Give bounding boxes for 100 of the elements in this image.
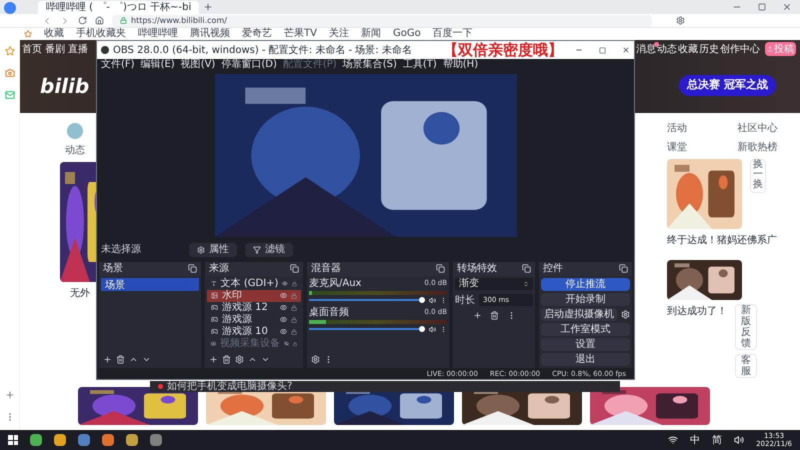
source-toolbar-button[interactable]: 滤镜 (245, 242, 293, 257)
menu-item[interactable]: 编辑(E) (140, 59, 175, 72)
side-button[interactable]: 客服 (735, 354, 757, 378)
address-field[interactable]: https://www.bilibili.com/ (112, 14, 652, 26)
close-icon[interactable] (622, 46, 630, 54)
taskbar-app-icon[interactable] (126, 434, 138, 446)
nav-link[interactable]: 番剧 (45, 42, 65, 56)
video-title[interactable]: 到达成功了！ (667, 304, 727, 319)
add-icon[interactable] (4, 390, 14, 400)
taskbar-app-icon[interactable] (30, 434, 42, 446)
lock-icon[interactable] (292, 280, 298, 286)
gear-icon[interactable] (235, 354, 244, 364)
start-icon[interactable] (8, 435, 18, 445)
speaker-icon[interactable] (429, 326, 436, 332)
nav-link[interactable]: 消息 (636, 44, 656, 54)
undock-icon[interactable] (619, 264, 628, 273)
site-link[interactable]: 活动 (667, 121, 730, 136)
channel-label[interactable]: 动态 (65, 143, 85, 158)
menu-item[interactable]: 场景集合(S) (342, 59, 397, 72)
trash-icon[interactable] (116, 354, 125, 364)
eye-icon[interactable] (282, 280, 288, 287)
bookmark-link[interactable]: 爱奇艺 (242, 28, 272, 40)
side-button[interactable]: 新版反馈 (735, 304, 757, 350)
undock-icon[interactable] (522, 264, 531, 273)
eye-icon[interactable] (280, 292, 287, 299)
home-icon[interactable] (95, 16, 104, 25)
hint-text[interactable]: 如何把手机变成电脑摄像头? (167, 381, 292, 392)
star-icon[interactable] (4, 46, 14, 56)
undock-icon[interactable] (436, 264, 445, 273)
site-link[interactable]: 新歌热榜 (738, 140, 800, 155)
nav-link[interactable]: 收藏 (678, 44, 698, 54)
bookmark-link[interactable]: 百度一下 (432, 28, 473, 40)
eye-icon[interactable] (280, 328, 287, 335)
source-item[interactable]: 文本 (GDI+) (207, 278, 301, 290)
slider-handle[interactable] (419, 297, 425, 303)
nav-link[interactable]: 动态 (657, 44, 677, 54)
menu-item[interactable]: 停靠窗口(D) (221, 59, 277, 72)
video-title[interactable]: 终于达成！猪妈还佛系广 (667, 233, 800, 248)
ime-indicator[interactable]: 简 (712, 432, 722, 448)
scene-item[interactable]: 场景 (101, 278, 199, 290)
transition-select[interactable]: 渐变 (455, 278, 533, 290)
gear-icon[interactable] (621, 310, 630, 318)
speaker-icon[interactable] (429, 296, 436, 304)
undock-icon[interactable] (290, 264, 299, 273)
menu-item[interactable]: 视图(V) (180, 59, 216, 72)
network-icon[interactable] (668, 435, 678, 445)
close-icon[interactable] (782, 2, 792, 12)
refresh-button[interactable]: 换一换 (750, 159, 766, 193)
slider-handle[interactable] (419, 326, 425, 332)
browser-logo-icon[interactable] (4, 2, 16, 14)
trash-icon[interactable] (222, 354, 231, 364)
control-button[interactable]: 退出 (541, 352, 630, 366)
control-button[interactable]: 开始录制 (541, 292, 630, 306)
bookmark-link[interactable]: 新闻 (360, 28, 381, 40)
volume-icon[interactable] (734, 435, 744, 445)
source-item[interactable]: 游戏源 10 (207, 326, 301, 338)
undock-icon[interactable] (188, 264, 197, 273)
source-item[interactable]: 游戏源 (207, 314, 301, 326)
bookmark-link[interactable]: 腾讯视频 (190, 28, 230, 40)
nav-link[interactable]: 创作中心 (720, 44, 760, 54)
camera-icon[interactable] (4, 68, 14, 78)
nav-link[interactable]: 直播 (68, 42, 88, 56)
video-title[interactable]: 无外 (70, 286, 90, 301)
lock-icon[interactable] (291, 328, 297, 334)
site-link[interactable]: 课堂 (667, 140, 730, 155)
menu-item[interactable]: 工具(T) (402, 59, 437, 72)
maximize-icon[interactable] (758, 3, 766, 11)
add-icon[interactable] (472, 310, 482, 320)
gear-icon[interactable] (311, 354, 320, 364)
ime-indicator[interactable]: 中 (690, 432, 700, 448)
more-icon[interactable] (440, 296, 447, 304)
reload-icon[interactable] (78, 16, 87, 25)
add-icon[interactable] (209, 354, 218, 364)
control-button[interactable]: 停止推流 (541, 278, 630, 290)
menu-item[interactable]: 帮助(H) (442, 59, 478, 72)
bookmark-link[interactable]: 手机收藏夹 (76, 28, 126, 40)
eye-icon[interactable] (280, 316, 287, 323)
bookmark-link[interactable]: 哔哩哔哩 (138, 28, 178, 40)
control-button[interactable]: 启动虚拟摄像机 (541, 308, 617, 320)
add-icon[interactable] (103, 354, 112, 364)
nav-link[interactable]: 首页 (22, 42, 42, 56)
more-icon[interactable] (440, 326, 447, 332)
menu-item[interactable]: 文件(F) (101, 59, 135, 72)
eye-off-icon[interactable] (284, 340, 289, 347)
taskbar-app-icon[interactable] (102, 434, 114, 446)
site-link[interactable]: 社区中心 (738, 121, 800, 136)
eye-icon[interactable] (280, 304, 287, 311)
taskbar-app-icon[interactable] (78, 434, 90, 446)
lock-icon[interactable] (291, 292, 297, 298)
taskbar-app-icon[interactable] (54, 434, 66, 446)
source-toolbar-button[interactable]: 属性 (189, 242, 237, 257)
new-tab-icon[interactable] (203, 2, 214, 12)
taskbar-app-icon[interactable] (150, 434, 162, 446)
source-item[interactable]: 水印 (207, 290, 301, 302)
lock-icon[interactable] (292, 340, 298, 346)
lock-icon[interactable] (291, 304, 297, 310)
maximize-icon[interactable] (599, 46, 606, 54)
bookmark-link[interactable]: GoGo (392, 28, 421, 40)
bookmark-link[interactable]: 芒果TV (284, 28, 317, 40)
bookmark-link[interactable]: 关注 (328, 28, 349, 40)
